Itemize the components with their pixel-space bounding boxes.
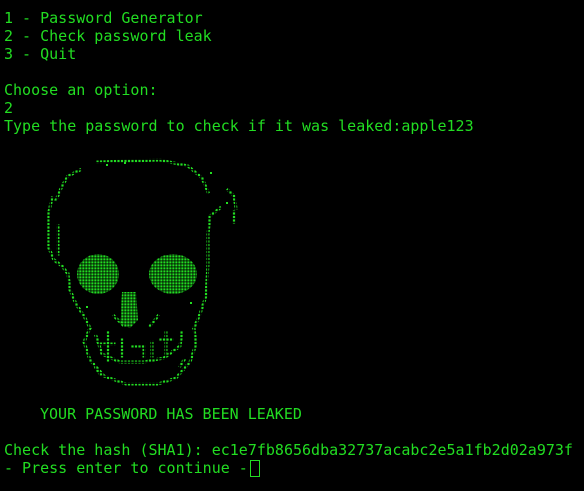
check-password-prompt: Type the password to check if it was lea… [4, 117, 474, 135]
menu-item-password-generator: 1 - Password Generator [4, 9, 203, 27]
terminal-cursor[interactable] [249, 460, 260, 477]
leaked-message: YOUR PASSWORD HAS BEEN LEAKED [40, 405, 302, 423]
sha1-hash-line: Check the hash (SHA1): ec1e7fb8656dba327… [4, 441, 573, 459]
chosen-option: 2 [4, 99, 14, 117]
skull-icon [46, 158, 238, 386]
continue-prompt-line: - Press enter to continue - [4, 459, 260, 477]
continue-prompt: - Press enter to continue - [4, 459, 248, 477]
choose-option-prompt: Choose an option: [4, 81, 158, 99]
terminal-window[interactable]: 1 - Password Generator 2 - Check passwor… [0, 0, 584, 491]
menu-item-quit: 3 - Quit [4, 45, 77, 63]
menu-item-check-password-leak: 2 - Check password leak [4, 27, 212, 45]
